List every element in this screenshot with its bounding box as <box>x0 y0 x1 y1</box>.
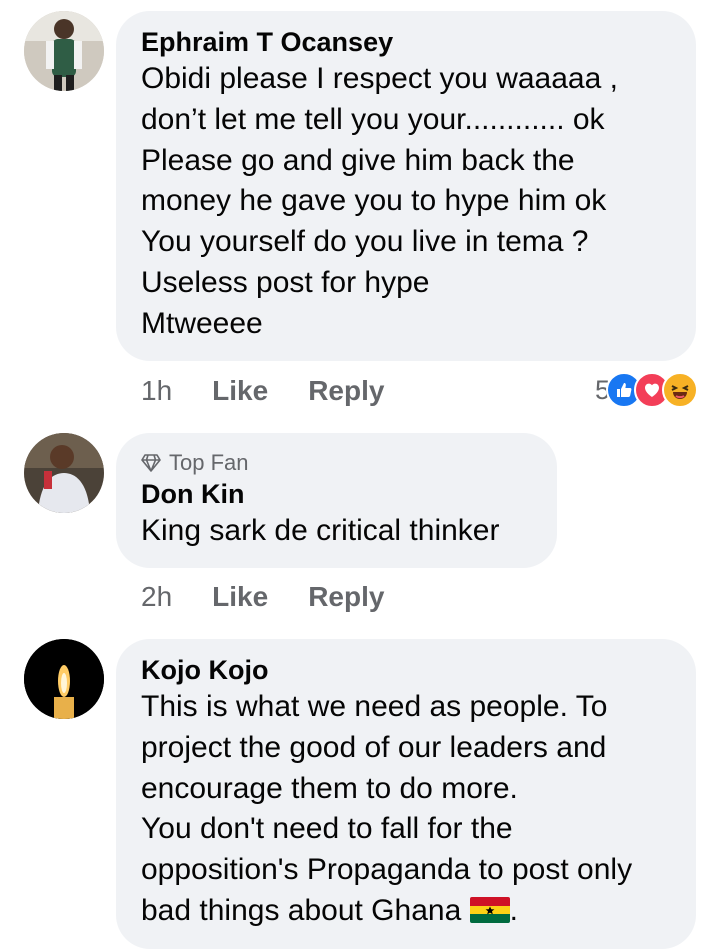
comment-bubble: Kojo Kojo This is what we need as people… <box>116 639 696 949</box>
avatar[interactable] <box>24 639 104 719</box>
top-fan-badge: Top Fan <box>141 449 535 477</box>
reply-button[interactable]: Reply <box>308 581 384 613</box>
comment-line: Please go and give him back the <box>141 143 575 177</box>
comment-line: opposition's Propaganda to post only <box>141 853 633 887</box>
comment-line: don’t let me tell you your............ o… <box>141 102 605 136</box>
avatar[interactable] <box>24 433 104 513</box>
comment-timestamp[interactable]: 2h <box>141 581 172 613</box>
comment-text: Obidi please I respect you waaaaa , don’… <box>141 59 674 345</box>
comment-author[interactable]: Ephraim T Ocansey <box>141 25 674 59</box>
reaction-summary[interactable]: 5 <box>595 372 698 408</box>
comment-bubble: Top Fan Don Kin King sark de critical th… <box>116 433 557 568</box>
comment-line: encourage them to do more. <box>141 771 518 805</box>
comment-bubble: Ephraim T Ocansey Obidi please I respect… <box>116 11 696 361</box>
ghana-flag-icon <box>469 896 510 923</box>
diamond-icon <box>141 454 161 472</box>
like-button[interactable]: Like <box>212 375 268 407</box>
comment-line: project the good of our leaders and <box>141 730 607 764</box>
comment-author[interactable]: Don Kin <box>141 477 535 511</box>
comment-line: Useless post for hype <box>141 265 430 299</box>
like-button[interactable]: Like <box>212 581 268 613</box>
comment-line: bad things about Ghana . <box>141 891 674 932</box>
comment-actions: 2h Like Reply <box>141 577 384 617</box>
comment-line: You yourself do you live in tema ? <box>141 225 589 259</box>
comment-line: Obidi please I respect you waaaaa , <box>141 62 618 95</box>
reply-button[interactable]: Reply <box>308 375 384 407</box>
comment-line: Mtweeee <box>141 306 263 340</box>
comment-actions: 1h Like Reply <box>141 371 384 411</box>
comment-text: King sark de critical thinker <box>141 511 535 552</box>
comment-timestamp[interactable]: 1h <box>141 375 172 407</box>
avatar[interactable] <box>24 11 104 91</box>
comment-text: This is what we need as people. To proje… <box>141 687 674 932</box>
comment-line: King sark de critical thinker <box>141 514 500 547</box>
badge-label: Top Fan <box>169 450 249 475</box>
trailing-punct: . <box>509 893 518 927</box>
comment-line-text: bad things about Ghana <box>141 893 462 927</box>
comment-line: money he gave you to hype him ok <box>141 184 607 218</box>
comment-line: You don't need to fall for the <box>141 812 513 846</box>
comment-line: This is what we need as people. To <box>141 690 608 723</box>
haha-icon <box>662 372 698 408</box>
comment-author[interactable]: Kojo Kojo <box>141 653 674 687</box>
